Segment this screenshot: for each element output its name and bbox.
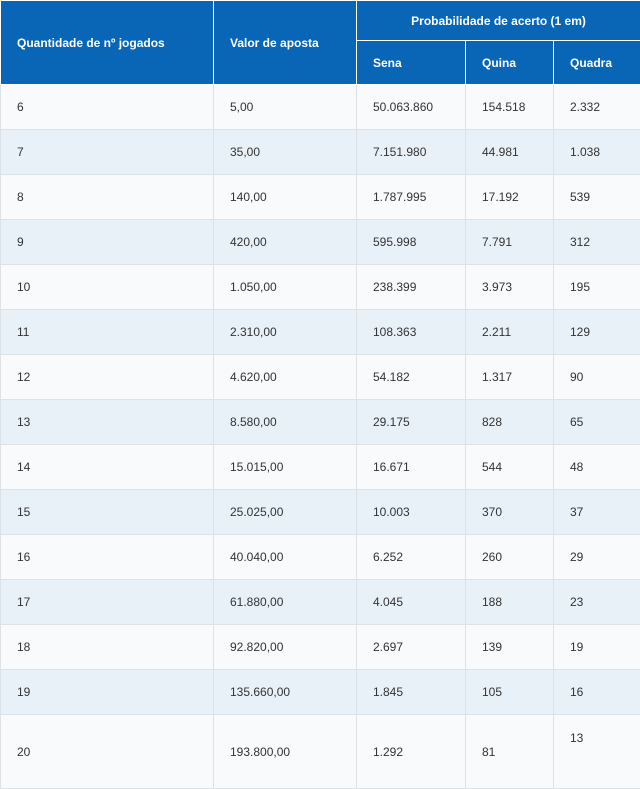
cell-quadra: 312 [554,220,640,265]
cell-bet-value: 25.025,00 [214,490,357,535]
cell-sena: 16.671 [357,445,466,490]
cell-quina: 544 [466,445,554,490]
header-quantity: Quantidade de nº jogados [1,1,214,85]
cell-bet-value: 92.820,00 [214,625,357,670]
cell-quina: 81 [466,715,554,789]
cell-quina: 139 [466,625,554,670]
cell-quadra: 13 [554,715,640,789]
cell-sena: 6.252 [357,535,466,580]
cell-sena: 1.292 [357,715,466,789]
cell-quina: 828 [466,400,554,445]
cell-bet-value: 2.310,00 [214,310,357,355]
cell-bet-value: 5,00 [214,85,357,130]
table-row: 124.620,0054.1821.31790 [1,355,640,400]
cell-sena: 7.151.980 [357,130,466,175]
cell-quantity: 14 [1,445,214,490]
cell-quantity: 9 [1,220,214,265]
cell-sena: 10.003 [357,490,466,535]
cell-quina: 44.981 [466,130,554,175]
table-row: 65,0050.063.860154.5182.332 [1,85,640,130]
cell-quantity: 17 [1,580,214,625]
table-row: 138.580,0029.17582865 [1,400,640,445]
cell-quantity: 13 [1,400,214,445]
cell-quina: 17.192 [466,175,554,220]
header-quadra: Quadra [554,41,640,85]
cell-quadra: 48 [554,445,640,490]
table-body: 65,0050.063.860154.5182.332735,007.151.9… [1,85,640,789]
table-row: 19135.660,001.84510516 [1,670,640,715]
cell-quadra: 90 [554,355,640,400]
table-row: 112.310,00108.3632.211129 [1,310,640,355]
cell-quadra: 16 [554,670,640,715]
cell-sena: 54.182 [357,355,466,400]
cell-quina: 105 [466,670,554,715]
cell-quantity: 12 [1,355,214,400]
cell-bet-value: 40.040,00 [214,535,357,580]
cell-bet-value: 61.880,00 [214,580,357,625]
header-sena: Sena [357,41,466,85]
cell-quantity: 10 [1,265,214,310]
cell-bet-value: 4.620,00 [214,355,357,400]
table-header: Quantidade de nº jogados Valor de aposta… [1,1,640,85]
cell-quina: 3.973 [466,265,554,310]
cell-quantity: 16 [1,535,214,580]
cell-bet-value: 193.800,00 [214,715,357,789]
cell-quantity: 8 [1,175,214,220]
cell-quantity: 6 [1,85,214,130]
cell-quantity: 11 [1,310,214,355]
table-row: 1892.820,002.69713919 [1,625,640,670]
cell-quadra: 1.038 [554,130,640,175]
table-row: 8140,001.787.99517.192539 [1,175,640,220]
cell-quadra: 23 [554,580,640,625]
cell-sena: 29.175 [357,400,466,445]
cell-quantity: 18 [1,625,214,670]
cell-quina: 154.518 [466,85,554,130]
cell-bet-value: 8.580,00 [214,400,357,445]
cell-bet-value: 1.050,00 [214,265,357,310]
cell-sena: 1.787.995 [357,175,466,220]
cell-quadra: 37 [554,490,640,535]
cell-quadra: 65 [554,400,640,445]
cell-sena: 595.998 [357,220,466,265]
cell-quina: 188 [466,580,554,625]
cell-sena: 2.697 [357,625,466,670]
cell-sena: 238.399 [357,265,466,310]
cell-quadra: 129 [554,310,640,355]
cell-quantity: 20 [1,715,214,789]
cell-bet-value: 135.660,00 [214,670,357,715]
table-row: 101.050,00238.3993.973195 [1,265,640,310]
cell-quantity: 19 [1,670,214,715]
cell-quadra: 19 [554,625,640,670]
cell-quina: 1.317 [466,355,554,400]
cell-quina: 260 [466,535,554,580]
cell-quantity: 7 [1,130,214,175]
cell-quadra: 29 [554,535,640,580]
header-bet-value: Valor de aposta [214,1,357,85]
cell-sena: 50.063.860 [357,85,466,130]
cell-bet-value: 35,00 [214,130,357,175]
cell-quadra: 539 [554,175,640,220]
table-row: 20193.800,001.2928113 [1,715,640,789]
table-row: 9420,00595.9987.791312 [1,220,640,265]
cell-quadra: 2.332 [554,85,640,130]
header-probability-group: Probabilidade de acerto (1 em) [357,1,640,41]
header-quina: Quina [466,41,554,85]
cell-quina: 370 [466,490,554,535]
probability-table: Quantidade de nº jogados Valor de aposta… [0,0,640,789]
cell-quadra: 195 [554,265,640,310]
cell-quantity: 15 [1,490,214,535]
table-row: 1525.025,0010.00337037 [1,490,640,535]
table-row: 735,007.151.98044.9811.038 [1,130,640,175]
table-row: 1761.880,004.04518823 [1,580,640,625]
cell-sena: 4.045 [357,580,466,625]
cell-sena: 108.363 [357,310,466,355]
cell-sena: 1.845 [357,670,466,715]
cell-quina: 2.211 [466,310,554,355]
cell-bet-value: 420,00 [214,220,357,265]
cell-bet-value: 140,00 [214,175,357,220]
table-row: 1640.040,006.25226029 [1,535,640,580]
table-row: 1415.015,0016.67154448 [1,445,640,490]
cell-quina: 7.791 [466,220,554,265]
cell-bet-value: 15.015,00 [214,445,357,490]
